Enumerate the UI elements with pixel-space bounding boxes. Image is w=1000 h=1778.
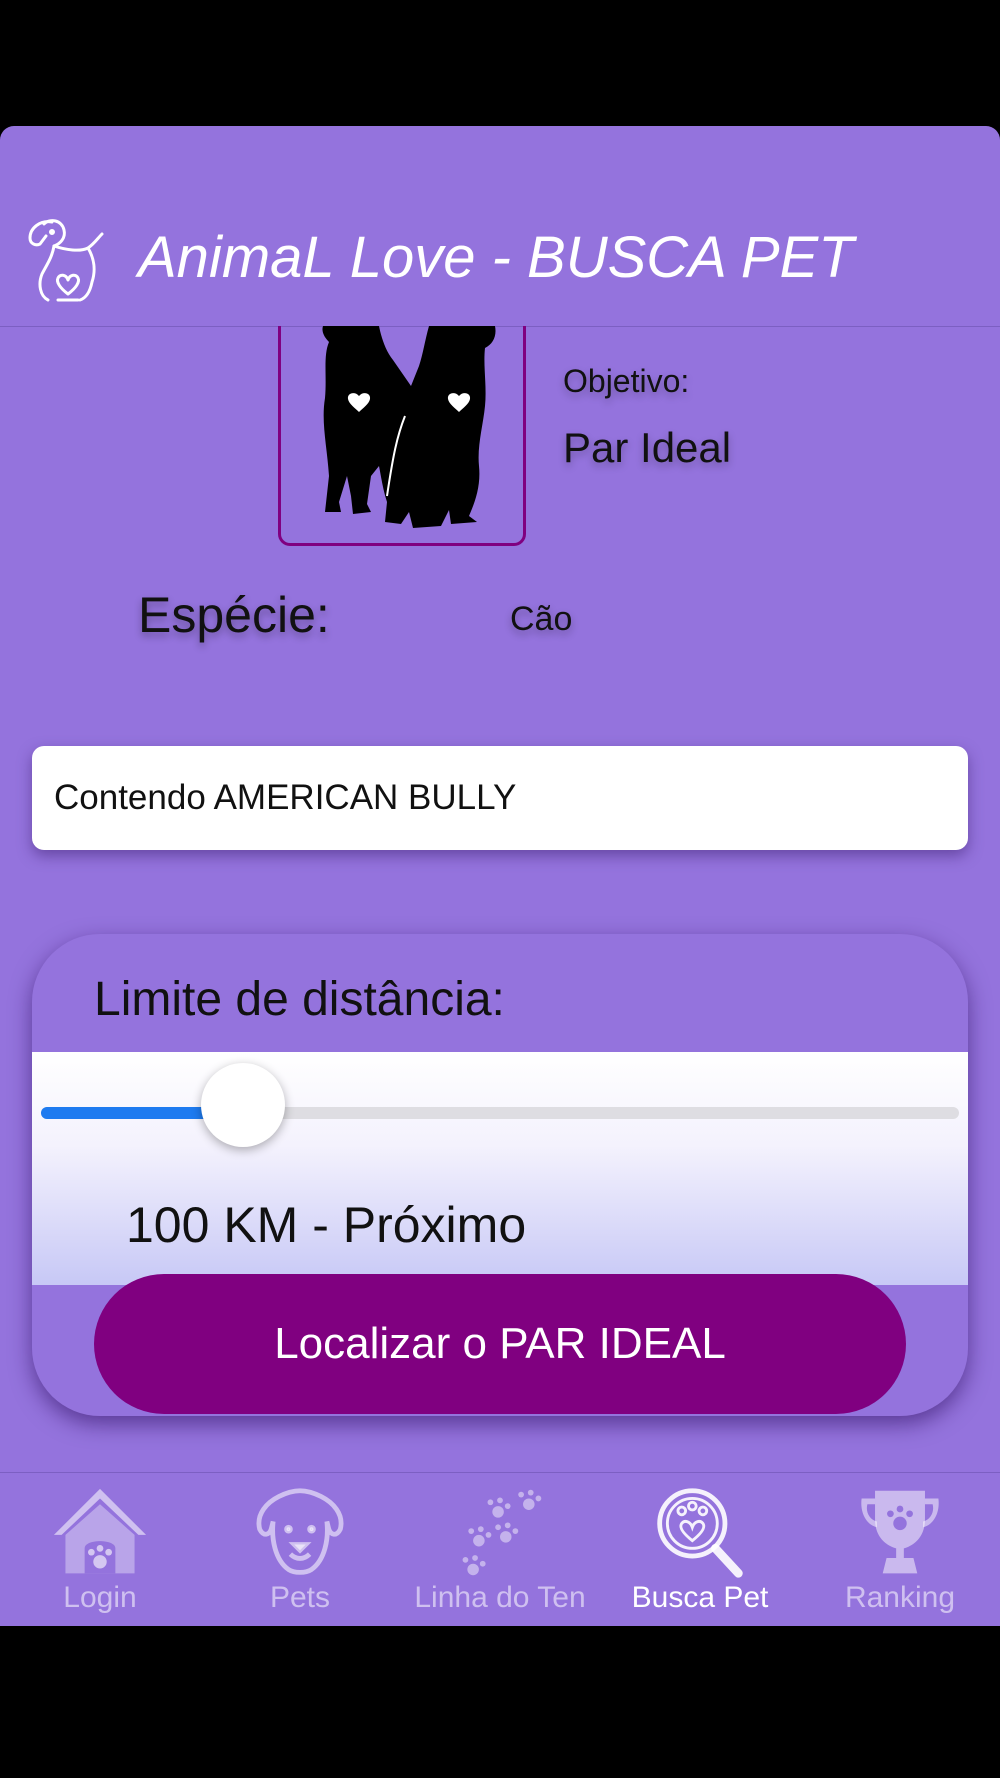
pet-photo[interactable] [278,326,526,546]
tab-search-pet[interactable]: Busca Pet [600,1473,800,1626]
header: AnimaL Love - BUSCA PET [0,126,1000,327]
app-title: AnimaL Love - BUSCA PET [138,225,854,290]
tab-label-login: Login [63,1581,137,1614]
distance-card: Limite de distância: 100 KM - Próximo Lo… [32,934,968,1416]
slider-thumb[interactable] [200,1063,285,1147]
species-value: Cão [510,600,573,638]
tab-login[interactable]: Login [0,1473,200,1626]
find-ideal-pair-button[interactable]: Localizar o PAR IDEAL [94,1274,906,1414]
objective-label: Objetivo: [563,363,690,399]
two-dogs-silhouette-icon [322,326,496,528]
tab-timeline[interactable]: Linha do Ten [400,1473,600,1626]
tab-bar: Login Pets Linha do Ten Busca Pet Rankin… [0,1472,1000,1626]
tab-label-pets: Pets [269,1581,331,1614]
distance-slider[interactable] [41,1107,959,1119]
tab-label-timeline: Linha do Ten [414,1581,586,1614]
distance-slider-area: 100 KM - Próximo [32,1052,968,1285]
tab-ranking[interactable]: Ranking [800,1473,1000,1626]
dog-heart-icon [28,219,104,302]
tab-label-search-pet: Busca Pet [631,1581,769,1614]
dog-face-icon [256,1488,344,1575]
objective-value: Par Ideal [563,424,732,471]
distance-title: Limite de distância: [94,973,505,1026]
species-label: Espécie: [138,587,330,643]
trophy-icon [861,1490,939,1574]
tab-label-ranking: Ranking [844,1581,956,1614]
breed-filter-field[interactable]: Contendo AMERICAN BULLY [32,746,968,850]
search-paw-icon [657,1488,743,1578]
paw-prints-icon [462,1489,542,1576]
app-screen: AnimaL Love - BUSCA PET Objetivo: Par Id… [0,126,1000,1626]
tab-pets[interactable]: Pets [200,1473,400,1626]
doghouse-icon [53,1488,147,1574]
distance-value: 100 KM - Próximo [126,1197,527,1253]
